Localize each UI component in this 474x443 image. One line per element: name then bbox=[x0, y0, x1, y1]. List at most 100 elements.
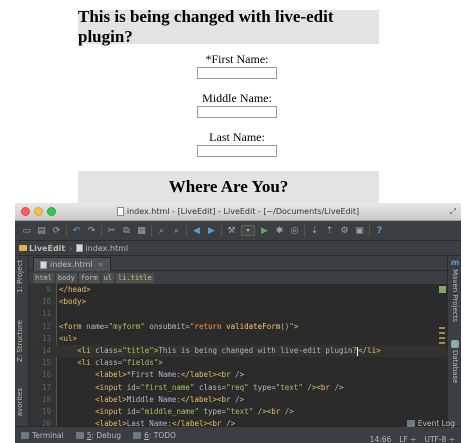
run-icon[interactable]: ▶ bbox=[259, 225, 270, 236]
zoom-window-button[interactable] bbox=[47, 207, 56, 216]
editor-tab-label: index.html bbox=[50, 260, 93, 269]
code-line[interactable]: 15 <li class="fields"> bbox=[29, 357, 447, 369]
debug-icon bbox=[75, 431, 84, 439]
debug-tool-button[interactable]: 5: Debug bbox=[75, 431, 121, 440]
code-text: <input id="middle_name" type="text" /><b… bbox=[95, 407, 294, 416]
code-text: <label>Last Name:</label><br /> bbox=[95, 419, 236, 426]
back-icon[interactable]: ◀ bbox=[191, 225, 202, 236]
code-editor[interactable]: 9 </head> 10 <body> 11 12 <form name="myform" … bbox=[29, 284, 447, 426]
structure-tool-tab[interactable]: Z: Structure bbox=[16, 320, 24, 362]
replace-icon[interactable]: ⌕ bbox=[171, 225, 182, 236]
terminal-icon bbox=[21, 431, 29, 439]
first-name-input[interactable] bbox=[197, 67, 277, 79]
status-bar-right: Event Log 14:66 LF ÷ UTF-8 ÷ bbox=[370, 419, 455, 443]
code-text: <label>*First Name:</label><br /> bbox=[95, 370, 245, 380]
folder-icon bbox=[19, 245, 27, 251]
terminal-tool-button[interactable]: Terminal bbox=[21, 431, 64, 440]
make-project-icon[interactable]: ⚒ bbox=[226, 225, 237, 236]
find-icon[interactable]: ⌕ bbox=[156, 225, 167, 236]
close-icon[interactable]: ✕ bbox=[98, 261, 104, 269]
code-text: <li class="title">This is being changed … bbox=[77, 346, 381, 356]
code-line[interactable]: 12 <form name="myform" onsubmit="return v… bbox=[29, 321, 447, 333]
maven-icon: m bbox=[451, 258, 460, 267]
caret-position[interactable]: 14:66 bbox=[370, 435, 392, 443]
event-log-icon bbox=[406, 420, 415, 427]
html-file-icon bbox=[76, 244, 84, 252]
save-all-icon[interactable]: ▤ bbox=[36, 225, 47, 236]
code-line[interactable]: 10 <body> bbox=[29, 296, 447, 308]
project-tool-tab[interactable]: 1: Project bbox=[16, 260, 24, 293]
section-heading: Where Are You? bbox=[78, 171, 379, 203]
vcs-update-icon[interactable]: ⇣ bbox=[309, 225, 320, 236]
minimize-window-button[interactable] bbox=[34, 207, 43, 216]
breadcrumb-body[interactable]: body bbox=[55, 272, 77, 283]
open-folder-icon[interactable]: ▭ bbox=[21, 225, 32, 236]
code-line[interactable]: 19 <input id="middle_name" type="text" /… bbox=[29, 406, 447, 418]
editor-tab-index-html[interactable]: index.html ✕ bbox=[33, 257, 111, 271]
window-controls bbox=[21, 207, 56, 216]
paste-icon[interactable]: ▦ bbox=[136, 225, 147, 236]
synchronize-icon[interactable]: ⟳ bbox=[51, 225, 62, 236]
editor-tab-bar: index.html ✕ bbox=[29, 256, 447, 271]
coverage-icon[interactable]: ◎ bbox=[289, 225, 300, 236]
undo-icon[interactable]: ↶ bbox=[71, 225, 82, 236]
tag-breadcrumb: html body form ul li.title bbox=[29, 271, 447, 284]
event-log-button[interactable]: Event Log bbox=[406, 419, 455, 428]
breadcrumb-ul[interactable]: ul bbox=[101, 272, 115, 283]
vcs-commit-icon[interactable]: ⇡ bbox=[324, 225, 335, 236]
code-text: <input id="first_name" class="req" type=… bbox=[95, 382, 344, 392]
html-file-icon bbox=[40, 260, 47, 269]
breadcrumb-li-title[interactable]: li.title bbox=[116, 272, 154, 283]
line-number: 16 bbox=[41, 370, 51, 380]
window-title-text: index.html - [LiveEdit] - LiveEdit - [~/… bbox=[126, 207, 360, 216]
debug-icon[interactable]: ✱ bbox=[274, 225, 285, 236]
code-line[interactable]: 18 <label>Middle Name:</label><br /> bbox=[29, 394, 447, 406]
code-line[interactable]: 17 <input id="first_name" class="req" ty… bbox=[29, 382, 447, 394]
code-line[interactable]: 9 </head> bbox=[29, 284, 447, 296]
line-number: 20 bbox=[41, 419, 51, 426]
line-number: 19 bbox=[41, 407, 51, 416]
help-icon[interactable]: ? bbox=[374, 225, 385, 236]
code-line[interactable]: 20 <label>Last Name:</label><br /> bbox=[29, 418, 447, 426]
maven-projects-tab[interactable]: Maven Projects bbox=[451, 269, 459, 322]
settings-icon[interactable]: ⚙ bbox=[339, 225, 350, 236]
line-number: 15 bbox=[41, 358, 51, 368]
ide-window: index.html - [LiveEdit] - LiveEdit - [~/… bbox=[15, 203, 461, 443]
forward-icon[interactable]: ▶ bbox=[206, 225, 217, 236]
line-number: 18 bbox=[41, 394, 51, 404]
run-configuration-dropdown[interactable]: ▾ bbox=[241, 225, 255, 236]
code-line[interactable]: 14 <li class="title">This is being chang… bbox=[29, 345, 447, 358]
line-number: 10 bbox=[41, 297, 51, 307]
page-heading: This is being changed with live-edit plu… bbox=[78, 7, 379, 46]
window-titlebar[interactable]: index.html - [LiveEdit] - LiveEdit - [~/… bbox=[15, 203, 461, 221]
line-number: 12 bbox=[41, 321, 51, 331]
redo-icon[interactable]: ↷ bbox=[86, 225, 97, 236]
code-line[interactable]: 11 bbox=[29, 308, 447, 320]
code-text: <ul> bbox=[59, 333, 78, 343]
breadcrumb-html[interactable]: html bbox=[33, 272, 54, 283]
cut-icon[interactable]: ✂ bbox=[106, 225, 117, 236]
favorites-tool-tab[interactable]: avorites bbox=[16, 388, 24, 416]
code-text: <label>Middle Name:</label><br /> bbox=[95, 394, 245, 404]
todo-tool-button[interactable]: 6: TODO bbox=[133, 431, 176, 440]
file-encoding[interactable]: UTF-8 ÷ bbox=[424, 435, 455, 443]
navigation-bar: LiveEdit › index.html bbox=[15, 241, 461, 256]
main-toolbar: ▭ ▤ ⟳ ↶ ↷ ✂ ⧉ ▦ ⌕ ⌕ ◀ ▶ ⚒ ▾ ▶ ✱ ◎ ⇣ ⇡ ⚙ … bbox=[15, 221, 461, 241]
line-separator[interactable]: LF ÷ bbox=[399, 435, 416, 443]
close-window-button[interactable] bbox=[21, 207, 30, 216]
breadcrumb-form[interactable]: form bbox=[78, 272, 100, 283]
fullscreen-icon[interactable]: ⤢ bbox=[450, 207, 456, 217]
last-name-input[interactable] bbox=[197, 145, 277, 157]
database-tab[interactable]: Database bbox=[451, 350, 459, 383]
code-text: <body> bbox=[59, 297, 87, 307]
copy-icon[interactable]: ⧉ bbox=[121, 225, 132, 236]
status-bar: Terminal 5: Debug 6: TODO Event Log 14:6… bbox=[15, 419, 461, 443]
inspection-status-icon[interactable] bbox=[439, 286, 446, 293]
code-line[interactable]: 16 <label>*First Name:</label><br /> bbox=[29, 369, 447, 381]
code-line[interactable]: 13 <ul> bbox=[29, 333, 447, 345]
project-structure-icon[interactable]: ▣ bbox=[354, 225, 365, 236]
nav-crumb-project[interactable]: LiveEdit bbox=[19, 244, 65, 253]
nav-crumb-file[interactable]: index.html bbox=[76, 244, 128, 253]
line-number: 11 bbox=[41, 309, 51, 319]
middle-name-input[interactable] bbox=[197, 106, 277, 118]
